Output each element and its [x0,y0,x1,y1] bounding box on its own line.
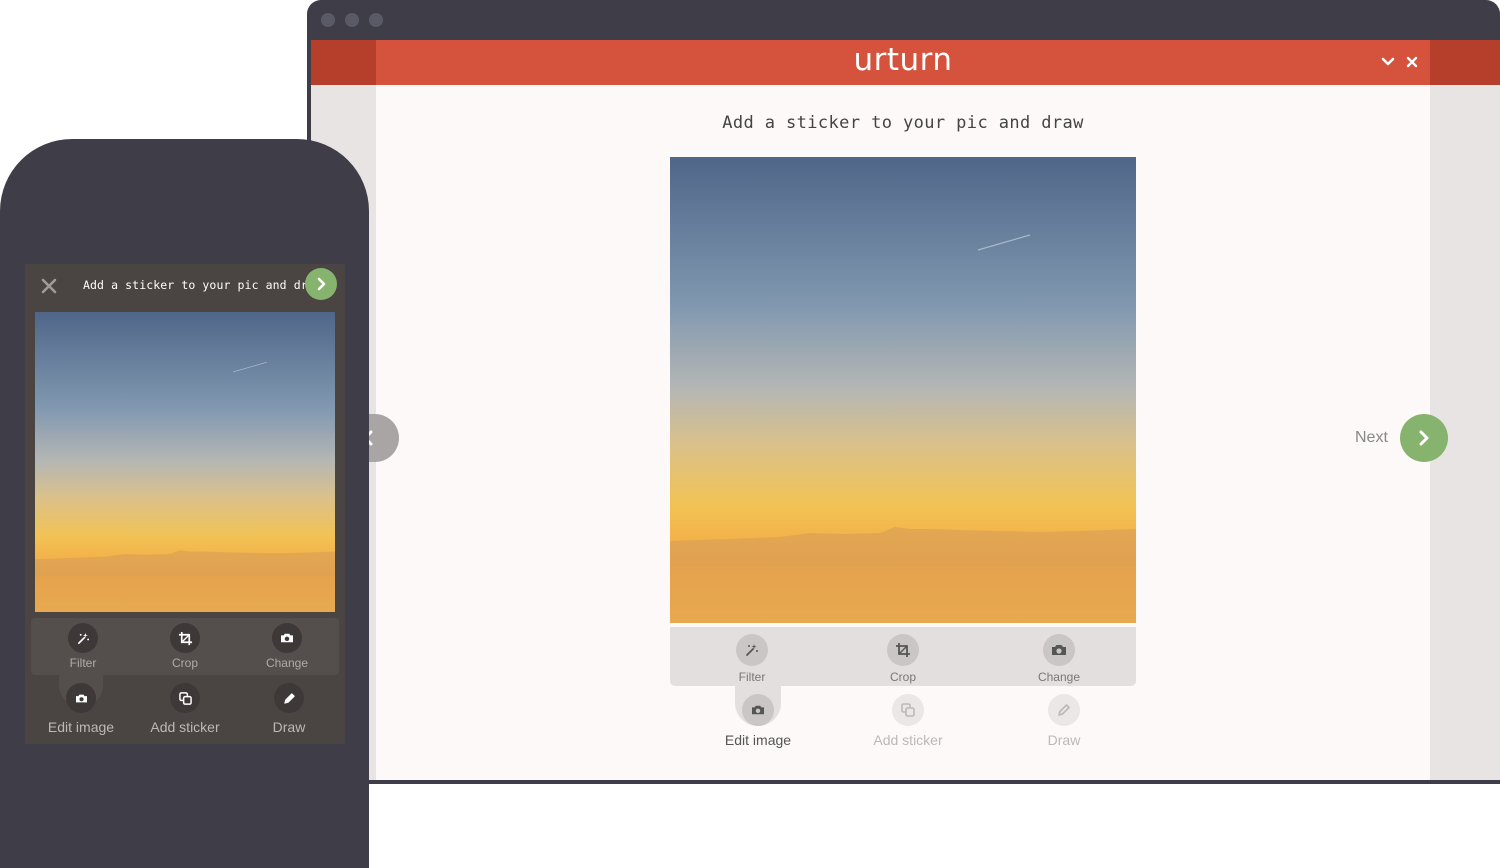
phone-tab-edit-image[interactable]: Edit image [29,683,133,735]
phone-change-label: Change [265,656,309,670]
sticker-icon [170,683,200,713]
phone-change-photo-button[interactable]: Change [235,623,339,670]
next-label[interactable]: Next [1355,429,1388,447]
phone-edit-toolbar: Filter Crop Change [31,618,339,675]
window-close-dot[interactable] [321,13,335,27]
close-icon[interactable] [39,276,59,296]
chevron-right-icon [1419,430,1429,446]
phone-tab-add-sticker[interactable]: Add sticker [133,683,237,735]
chevron-down-icon[interactable] [1377,51,1399,73]
tab-edit-image[interactable]: Edit image [688,694,828,748]
tab-draw[interactable]: Draw [994,694,1134,748]
tab-add-sticker[interactable]: Add sticker [838,694,978,748]
pencil-icon [1048,694,1080,726]
photo-preview [670,157,1136,623]
brand-logo: urturn [853,42,953,78]
tab-edit-image-label: Edit image [724,732,792,748]
crop-button[interactable]: Crop [833,634,973,684]
crop-icon [887,634,919,666]
phone-crop-label: Crop [171,656,198,670]
change-label: Change [1037,670,1081,684]
phone-tab-edit-image-label: Edit image [47,719,115,735]
window-zoom-dot[interactable] [369,13,383,27]
phone-page-title: Add a sticker to your pic and draw [83,278,322,292]
chevron-right-icon [317,277,326,291]
camera-icon [66,683,96,713]
edit-toolbar: Filter Crop Change [670,627,1136,686]
app-topbar: urturn [376,40,1430,85]
phone-tab-draw-label: Draw [272,719,306,735]
pencil-icon [274,683,304,713]
magic-wand-icon [68,623,98,653]
phone-tab-add-sticker-label: Add sticker [150,719,220,735]
phone-device: Add a sticker to your pic and draw Filte… [0,139,369,868]
phone-filter-button[interactable]: Filter [31,623,135,670]
filter-label: Filter [738,670,766,684]
window-body: urturn Add a sticker to your pic and dra… [311,40,1500,780]
phone-filter-label: Filter [69,656,97,670]
tab-add-sticker-label: Add sticker [873,732,943,748]
phone-crop-button[interactable]: Crop [133,623,237,670]
page-title: Add a sticker to your pic and draw [722,113,1084,133]
close-icon[interactable] [1401,51,1423,73]
phone-next-button[interactable] [305,268,337,300]
filter-button[interactable]: Filter [682,634,822,684]
app-panel: urturn Add a sticker to your pic and dra… [376,40,1448,780]
magic-wand-icon [736,634,768,666]
phone-tab-draw[interactable]: Draw [237,683,341,735]
window-minimize-dot[interactable] [345,13,359,27]
crop-label: Crop [889,670,916,684]
crop-icon [170,623,200,653]
next-button[interactable] [1399,414,1448,462]
phone-photo-preview [35,312,335,612]
sticker-icon [892,694,924,726]
camera-icon [272,623,302,653]
tab-draw-label: Draw [1047,732,1081,748]
change-photo-button[interactable]: Change [989,634,1129,684]
phone-screen: Add a sticker to your pic and draw Filte… [25,264,345,744]
camera-icon [1043,634,1075,666]
camera-icon [742,694,774,726]
desktop-window: urturn Add a sticker to your pic and dra… [307,0,1500,784]
next-control[interactable]: Next [1355,414,1448,462]
